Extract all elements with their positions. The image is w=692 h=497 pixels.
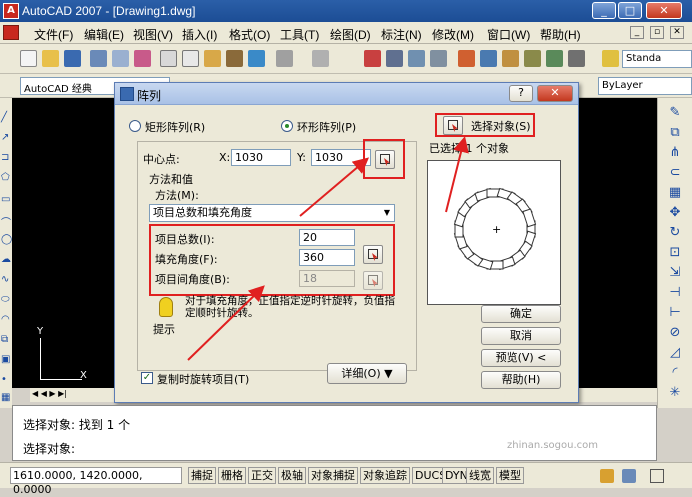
lock-icon[interactable] [600, 469, 614, 483]
toggle-otrack[interactable]: 对象追踪 [360, 467, 410, 484]
toggle-ortho[interactable]: 正交 [248, 467, 276, 484]
watermark-url: zhinan.sogou.com [507, 440, 599, 451]
command-window[interactable]: 选择对象: 找到 1 个 选择对象: 搜狗指南 zhinan.sogou.com [12, 405, 657, 461]
toggle-lineweight[interactable]: 线宽 [466, 467, 494, 484]
command-history-line: 选择对象: 找到 1 个 [23, 418, 131, 432]
toggle-snap[interactable]: 捕捉 [188, 467, 216, 484]
arrow-to-select [445, 136, 469, 213]
coordinate-readout: 1610.0000, 1420.0000, 0.0000 [10, 467, 182, 496]
clean-screen-icon[interactable] [650, 469, 664, 483]
toggle-polar[interactable]: 极轴 [278, 467, 306, 484]
arrow-to-center [299, 157, 370, 217]
command-prompt[interactable]: 选择对象: [23, 440, 75, 457]
watermark-text: 搜狗指南 [505, 408, 594, 433]
arrow-to-values [187, 285, 265, 361]
toggle-osnap[interactable]: 对象捕捉 [308, 467, 358, 484]
toggle-grid[interactable]: 栅格 [218, 467, 246, 484]
toggle-model[interactable]: 模型 [496, 467, 524, 484]
communication-icon[interactable] [622, 469, 636, 483]
statusbar: 1610.0000, 1420.0000, 0.0000 捕捉 栅格 正交 极轴… [0, 462, 692, 496]
